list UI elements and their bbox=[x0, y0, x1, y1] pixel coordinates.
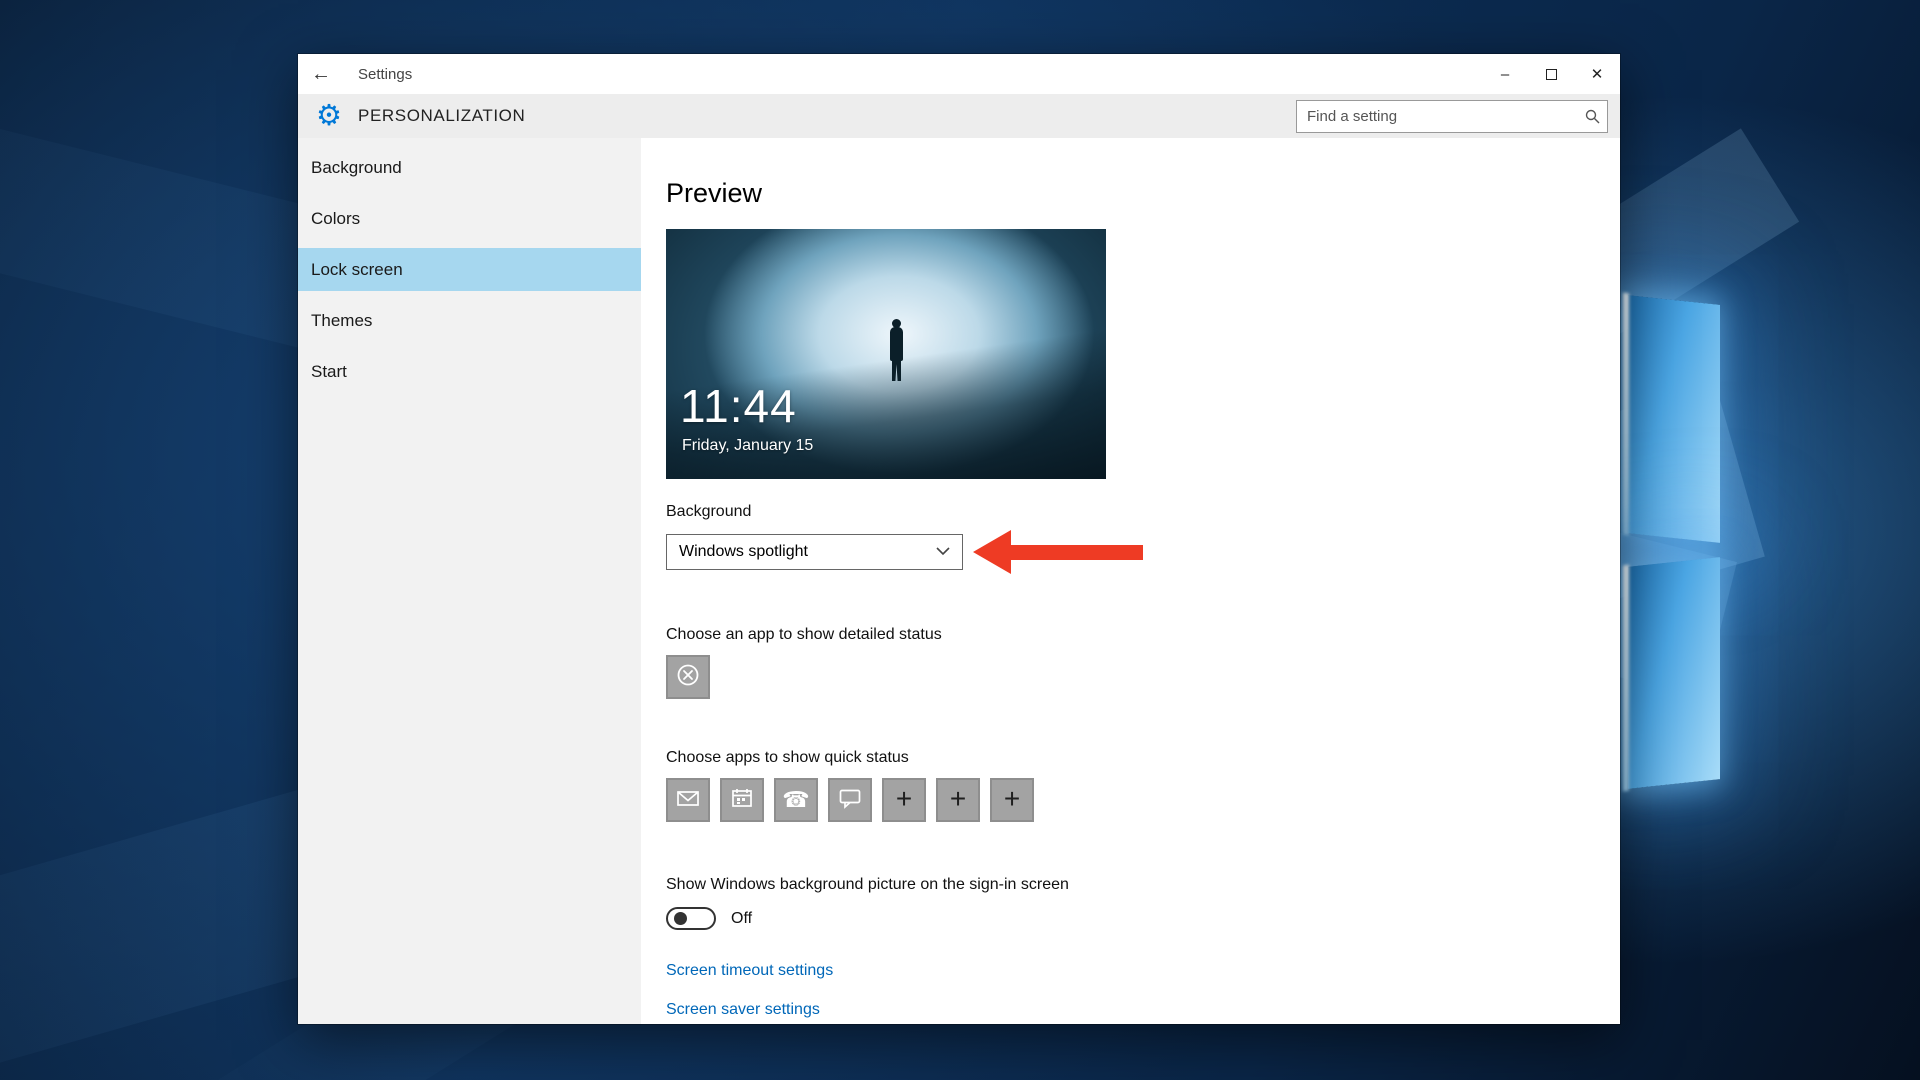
windows-logo-pane bbox=[1628, 295, 1720, 543]
window-title: Settings bbox=[358, 66, 412, 83]
background-dropdown[interactable]: Windows spotlight bbox=[666, 534, 963, 570]
annotation-arrow-head bbox=[973, 530, 1011, 574]
toggle-state-label: Off bbox=[731, 910, 752, 928]
plus-icon: + bbox=[950, 785, 966, 813]
detailed-status-xbox-tile[interactable] bbox=[666, 655, 710, 699]
main-content: Preview 11:44 Friday, January 15 Backgro… bbox=[641, 138, 1620, 1024]
preview-clock-time: 11:44 bbox=[680, 379, 797, 433]
sidebar-item-label: Start bbox=[311, 362, 347, 382]
desktop-wallpaper: ← Settings – ✕ ⚙ PERSONALIZATION Backgro… bbox=[0, 0, 1920, 1080]
maximize-icon bbox=[1546, 69, 1557, 80]
sidebar: Background Colors Lock screen Themes Sta… bbox=[298, 138, 641, 1024]
screen-saver-settings-link[interactable]: Screen saver settings bbox=[666, 1001, 1620, 1019]
quick-status-add-tile[interactable]: + bbox=[882, 778, 926, 822]
quick-status-row: ☎ + + + bbox=[666, 778, 1620, 822]
quick-status-add-tile[interactable]: + bbox=[936, 778, 980, 822]
close-button[interactable]: ✕ bbox=[1574, 54, 1620, 94]
lock-screen-preview-image: 11:44 Friday, January 15 bbox=[666, 229, 1106, 479]
silhouette-figure bbox=[890, 327, 903, 361]
minimize-button[interactable]: – bbox=[1482, 54, 1528, 94]
plus-icon: + bbox=[896, 785, 912, 813]
back-button[interactable]: ← bbox=[298, 54, 344, 94]
signin-background-label: Show Windows background picture on the s… bbox=[666, 876, 1620, 894]
signin-background-toggle[interactable] bbox=[666, 907, 716, 930]
quick-status-calendar-tile[interactable] bbox=[720, 778, 764, 822]
app-header: ⚙ PERSONALIZATION bbox=[298, 94, 1620, 138]
search-icon[interactable] bbox=[1577, 109, 1607, 124]
quick-status-label: Choose apps to show quick status bbox=[666, 749, 1620, 767]
calendar-icon bbox=[729, 785, 755, 816]
background-dropdown-value: Windows spotlight bbox=[679, 543, 808, 561]
close-icon: ✕ bbox=[1591, 65, 1604, 83]
window-body: Background Colors Lock screen Themes Sta… bbox=[298, 138, 1620, 1024]
preview-clock-date: Friday, January 15 bbox=[682, 437, 813, 455]
sidebar-item-start[interactable]: Start bbox=[298, 350, 641, 393]
maximize-button[interactable] bbox=[1528, 54, 1574, 94]
search-box bbox=[1296, 100, 1608, 133]
caption-buttons: – ✕ bbox=[1482, 54, 1620, 94]
quick-status-messaging-tile[interactable] bbox=[828, 778, 872, 822]
sidebar-item-label: Background bbox=[311, 158, 402, 178]
background-dropdown-label: Background bbox=[666, 503, 1620, 521]
annotation-arrow bbox=[973, 530, 1143, 574]
sidebar-item-colors[interactable]: Colors bbox=[298, 197, 641, 240]
search-input[interactable] bbox=[1297, 108, 1577, 125]
xbox-icon bbox=[675, 662, 701, 693]
gear-icon: ⚙ bbox=[316, 102, 342, 131]
minimize-icon: – bbox=[1501, 66, 1509, 83]
silhouette-figure bbox=[892, 357, 901, 381]
sidebar-item-lock-screen[interactable]: Lock screen bbox=[298, 248, 641, 291]
messaging-icon bbox=[837, 785, 863, 816]
preview-heading: Preview bbox=[666, 178, 1620, 209]
sidebar-item-label: Colors bbox=[311, 209, 360, 229]
background-select-row: Windows spotlight bbox=[666, 530, 1620, 574]
phone-icon: ☎ bbox=[782, 789, 809, 811]
detailed-status-row bbox=[666, 655, 1620, 699]
sidebar-item-background[interactable]: Background bbox=[298, 146, 641, 189]
quick-status-add-tile[interactable]: + bbox=[990, 778, 1034, 822]
annotation-arrow-shaft bbox=[1011, 545, 1143, 560]
windows-logo-pane bbox=[1628, 557, 1720, 789]
screen-timeout-settings-link[interactable]: Screen timeout settings bbox=[666, 962, 1620, 980]
back-arrow-icon: ← bbox=[311, 63, 331, 85]
plus-icon: + bbox=[1004, 785, 1020, 813]
sidebar-item-label: Themes bbox=[311, 311, 372, 331]
chevron-down-icon bbox=[936, 543, 950, 561]
quick-status-phone-tile[interactable]: ☎ bbox=[774, 778, 818, 822]
titlebar: ← Settings – ✕ bbox=[298, 54, 1620, 94]
page-title: PERSONALIZATION bbox=[358, 106, 525, 126]
detailed-status-label: Choose an app to show detailed status bbox=[666, 626, 1620, 644]
sidebar-item-label: Lock screen bbox=[311, 260, 403, 280]
settings-window: ← Settings – ✕ ⚙ PERSONALIZATION Backgro… bbox=[298, 54, 1620, 1024]
sidebar-item-themes[interactable]: Themes bbox=[298, 299, 641, 342]
signin-toggle-row: Off bbox=[666, 907, 1620, 930]
mail-icon bbox=[675, 785, 701, 816]
quick-status-mail-tile[interactable] bbox=[666, 778, 710, 822]
